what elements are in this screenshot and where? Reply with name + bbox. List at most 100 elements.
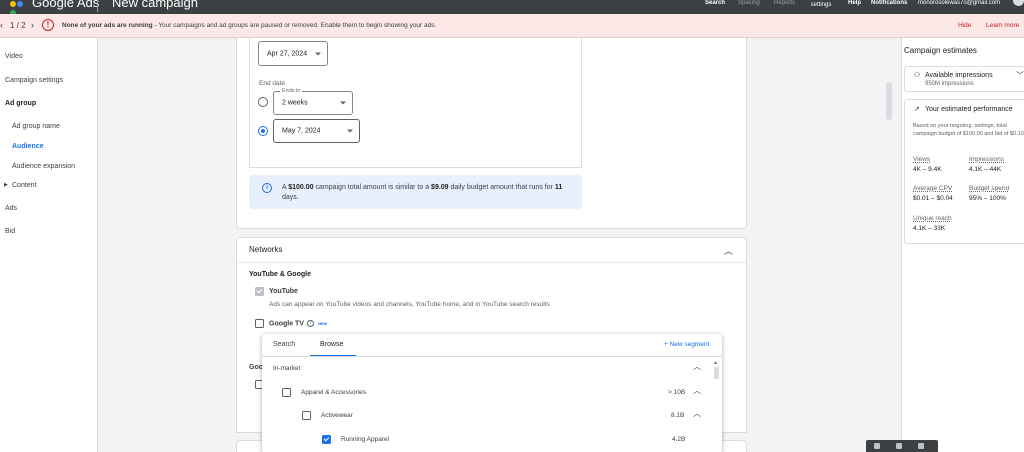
chevron-up-icon[interactable]: ︿ (693, 361, 701, 372)
sidebar-item-ads[interactable]: Ads (5, 205, 17, 212)
chevron-up-icon[interactable]: ︿ (724, 244, 733, 257)
running-apparel-count: 4.2B (672, 436, 686, 443)
estimated-performance-description: Based on your targeting, settings, total… (913, 123, 1024, 137)
estimates-panel: Campaign estimates ⚇ Available impressio… (901, 38, 1024, 452)
sidebar-item-bid[interactable]: Bid (5, 228, 15, 235)
sidebar-item-ad-group-name[interactable]: Ad group name (12, 123, 60, 130)
banner-message: None of your ads are running - Your camp… (62, 22, 437, 29)
google-tv-checkbox[interactable] (255, 319, 264, 328)
sidebar-item-content[interactable]: Content (12, 182, 37, 189)
google-tv-label: Google TV? NEW (269, 320, 328, 328)
ends-in-value: 2 weeks (282, 99, 308, 107)
sidebar-item-ad-group[interactable]: Ad group (5, 100, 36, 107)
ends-in-legend: Ends in (280, 88, 303, 94)
networks-title: Networks (249, 245, 283, 254)
banner-hide-link[interactable]: Hide (958, 22, 971, 29)
metric-unique-reach: Unique reach 4.1K – 33K (913, 215, 952, 232)
brand-divider (97, 0, 98, 12)
chevron-left-icon[interactable]: ‹ (0, 20, 3, 30)
apparel-count: > 10B (668, 389, 686, 396)
audience-segment-popup: Search Browse + New segment In-market ︿ … (262, 334, 722, 452)
youtube-description: Ads can appear on YouTube videos and cha… (269, 301, 550, 308)
running-apparel-label: Running Apparel (341, 436, 390, 443)
chevron-up-icon[interactable]: ︿ (693, 408, 701, 419)
floating-toolbar[interactable] (866, 440, 938, 452)
chevron-down-icon[interactable]: ﹀ (1016, 70, 1024, 81)
nav-spacing[interactable]: Spacing (738, 0, 760, 6)
tab-browse[interactable]: Browse (320, 341, 343, 348)
running-apparel-checkbox[interactable] (322, 435, 331, 444)
start-date-select[interactable]: Apr 27, 2024 (258, 41, 328, 66)
chevron-down-icon (340, 101, 346, 105)
apparel-checkbox[interactable] (282, 388, 291, 397)
ends-in-radio[interactable] (258, 97, 268, 107)
nav-help[interactable]: Help (848, 0, 861, 6)
available-impressions-title: Available impressions (925, 72, 993, 79)
chevron-up-icon[interactable]: ︿ (693, 385, 701, 396)
sidebar-item-audience[interactable]: Audience (12, 143, 44, 150)
apparel-label: Apparel & Accessories (301, 389, 367, 396)
toolbar-icon[interactable] (874, 443, 880, 449)
estimates-title: Campaign estimates (904, 46, 977, 55)
estimated-performance-title: Your estimated performance (925, 106, 1013, 113)
tabs-divider (262, 356, 722, 357)
sidebar-item-video[interactable]: Video (5, 53, 23, 60)
youtube-google-heading: YouTube & Google (249, 271, 311, 278)
end-date-radio[interactable] (258, 126, 268, 136)
available-impressions-box[interactable]: ⚇ Available impressions 950M impressions… (904, 66, 1024, 92)
top-bar: Google Ads New campaign Search Spacing R… (0, 0, 1024, 16)
metric-views: Views 4K – 9.4K (913, 156, 942, 173)
toolbar-icon[interactable] (896, 443, 902, 449)
youtube-checkbox[interactable] (255, 287, 264, 296)
campaign-title: New campaign (112, 0, 198, 10)
alert-icon: ! (42, 19, 54, 31)
ends-in-select[interactable]: Ends in 2 weeks (273, 88, 353, 115)
divider (237, 262, 746, 263)
toolbar-icon[interactable] (918, 443, 924, 449)
metric-impressions: Impressions 4.1K – 44K (969, 156, 1005, 173)
chevron-down-icon (315, 52, 321, 55)
new-badge: NEW (318, 321, 328, 326)
scroll-up-icon[interactable]: ▲ (713, 360, 718, 366)
avatar[interactable] (1013, 0, 1024, 6)
start-date-value: Apr 27, 2024 (267, 50, 308, 57)
google-network-heading: Goo (249, 364, 263, 371)
left-nav: Video Campaign settings Ad group Ad grou… (0, 38, 98, 452)
nav-tools-settings[interactable]: Tools and settings (806, 0, 836, 8)
sidebar-item-audience-expansion[interactable]: Audience expansion (12, 163, 75, 170)
nav-search[interactable]: Search (705, 0, 725, 6)
account-email[interactable]: monorosolewas7o@gmail.com (918, 0, 1012, 6)
end-date-label: End date (259, 80, 286, 87)
available-impressions-value: 950M impressions (925, 81, 974, 87)
caret-right-icon: ▶ (4, 182, 8, 188)
google-ads-logo-icon (10, 0, 28, 16)
chevron-right-icon[interactable]: › (31, 20, 34, 30)
nav-notifications[interactable]: Notifications (871, 0, 907, 6)
sidebar-item-campaign-settings[interactable]: Campaign settings (5, 77, 63, 84)
budget-info-text: A $100.00 campaign total amount is simil… (282, 184, 563, 201)
estimated-performance-box: ↗ Your estimated performance Based on yo… (904, 99, 1024, 244)
metric-budget-spend: Budget spend 95% – 100% (969, 185, 1010, 202)
new-segment-link[interactable]: + New segment (664, 341, 709, 348)
help-icon[interactable]: ? (307, 320, 314, 327)
tab-search[interactable]: Search (273, 341, 295, 348)
nav-reports[interactable]: Reports (774, 0, 795, 6)
chevron-down-icon (347, 129, 353, 133)
alert-banner: ‹ 1 / 2 › ! None of your ads are running… (0, 14, 1024, 38)
trending-up-icon: ↗ (914, 106, 920, 113)
youtube-label: YouTube (269, 288, 298, 295)
brand-name: Google Ads (32, 0, 100, 10)
people-icon: ⚇ (914, 72, 921, 79)
end-date-value: May 7, 2024 (282, 127, 321, 135)
metric-average-cpv: Average CPV $0.01 – $0.04 (913, 185, 953, 202)
in-market-section[interactable]: In-market (273, 365, 300, 372)
popup-scrollbar[interactable] (714, 367, 719, 379)
activewear-checkbox[interactable] (302, 411, 311, 420)
activewear-count: 8.1B (671, 412, 685, 419)
banner-pager: 1 / 2 (10, 21, 26, 30)
activewear-label: Activewear (321, 412, 353, 419)
dates-panel: Apr 27, 2024 End date Ends in 2 weeks Ma… (249, 38, 582, 168)
main-scrollbar[interactable] (886, 82, 892, 120)
end-date-select[interactable]: May 7, 2024 (273, 119, 360, 143)
banner-learn-more-link[interactable]: Learn more (986, 22, 1019, 29)
